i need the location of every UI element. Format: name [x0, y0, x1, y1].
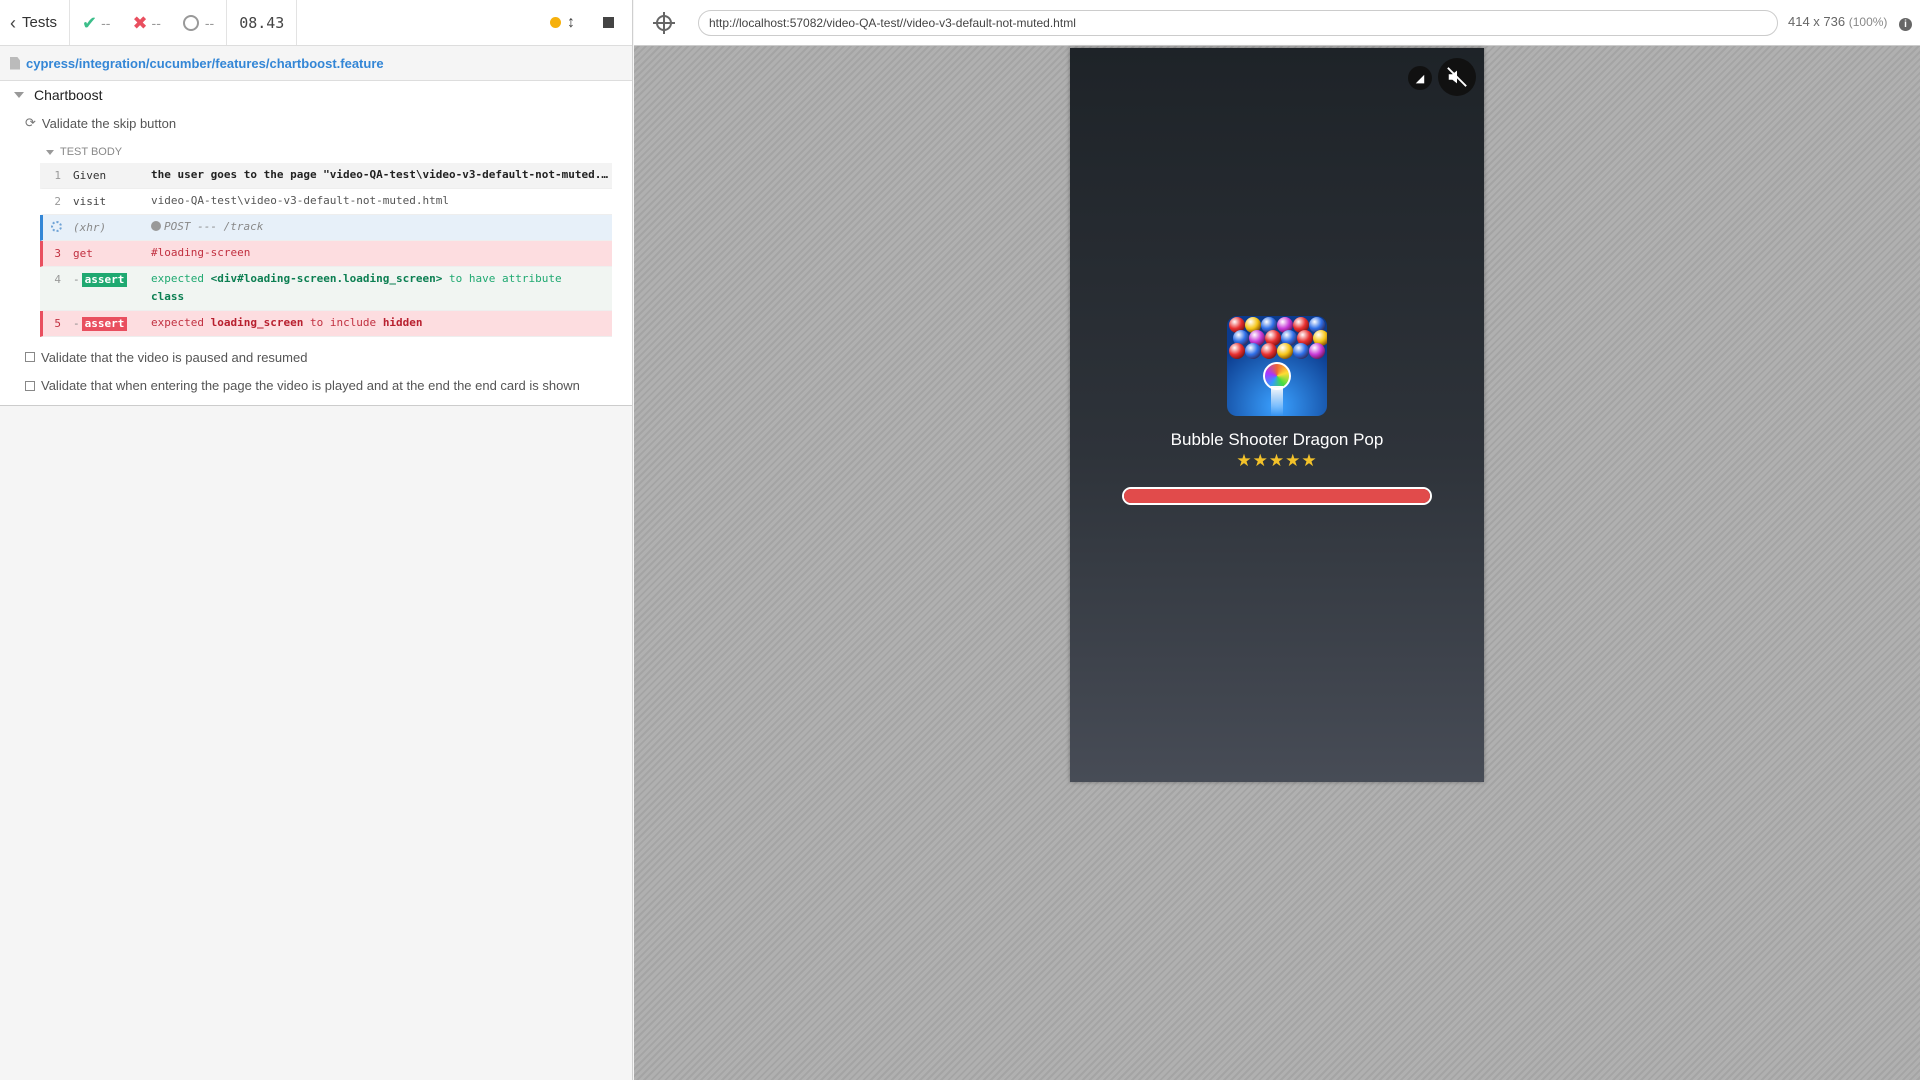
passed-count: -- [101, 14, 111, 31]
duration: 08.43 [227, 0, 298, 45]
pending-stat: o -- [182, 14, 215, 31]
file-icon [10, 56, 20, 70]
passed-stat: ✔ -- [82, 14, 110, 32]
assert-badge: assert [81, 317, 128, 331]
stop-icon[interactable] [603, 17, 614, 28]
bubble-icon [1261, 343, 1277, 359]
command-row[interactable]: 1 Given the user goes to the page "video… [40, 163, 612, 189]
tests-label: Tests [22, 14, 58, 31]
reporter-panel: ‹ Tests ✔ -- ✖ -- o -- 08.43 ↕ cyp [0, 0, 633, 1080]
bubble-icon [1309, 343, 1325, 359]
test-body: TEST BODY 1 Given the user goes to the p… [40, 141, 612, 337]
check-icon: ✔ [82, 12, 98, 33]
test-body-label: TEST BODY [60, 146, 123, 158]
failed-count: -- [151, 14, 161, 31]
x-icon: ✖ [132, 12, 148, 33]
test-item-running[interactable]: ⟳ Validate the skip button [0, 109, 632, 137]
viewport-info: 414 x 736 (100%) i [1788, 14, 1913, 31]
url-input[interactable]: http://localhost:57082/video-QA-test//vi… [698, 9, 1778, 36]
runnables: Chartboost ⟳ Validate the skip button TE… [0, 81, 632, 406]
suite-title[interactable]: Chartboost [0, 81, 632, 109]
viewport-size: 414 x 736 [1788, 14, 1846, 29]
command-row[interactable]: 2 visit video-QA-test\video-v3-default-n… [40, 189, 612, 215]
checkbox-icon [25, 381, 35, 391]
chevron-left-icon: ‹ [10, 12, 16, 33]
caret-down-icon [14, 92, 24, 98]
tests-back-button[interactable]: ‹ Tests [0, 0, 71, 45]
pending-count: -- [204, 14, 215, 31]
bubble-icon [1293, 343, 1309, 359]
test-title: Validate that the video is paused and re… [41, 349, 308, 365]
runner-controls: ↕ [550, 0, 632, 45]
command-row-xhr[interactable]: (xhr) POST --- /track [40, 215, 612, 241]
expand-icon[interactable]: ◢ [1408, 66, 1432, 90]
test-body-header[interactable]: TEST BODY [40, 141, 612, 163]
bubble-icon [1229, 343, 1245, 359]
test-item-pending[interactable]: Validate that when entering the page the… [0, 371, 632, 399]
caret-down-icon [46, 149, 54, 155]
info-icon[interactable]: i [1899, 18, 1913, 31]
reporter-header: ‹ Tests ✔ -- ✖ -- o -- 08.43 ↕ [0, 0, 632, 46]
app-under-test: http://localhost:57082/video-QA-test//vi… [634, 0, 1920, 1080]
checkbox-icon [25, 352, 35, 362]
failed-stat: ✖ -- [132, 14, 160, 32]
command-row-assert[interactable]: 4 - assert expected <div#loading-screen.l… [40, 267, 612, 311]
running-indicator-icon [550, 17, 561, 28]
aut-header: http://localhost:57082/video-QA-test//vi… [634, 0, 1920, 46]
pending-dot-icon [151, 221, 161, 231]
selector-playground-icon[interactable] [653, 11, 675, 34]
bubble-icon [1245, 343, 1261, 359]
spec-file-header: cypress/integration/cucumber/features/ch… [0, 46, 632, 81]
loading-progress-bar [1122, 487, 1432, 505]
spec-file-link[interactable]: cypress/integration/cucumber/features/ch… [26, 56, 384, 71]
test-title: Validate that when entering the page the… [41, 378, 580, 393]
rating-stars: ★★★★★ [1236, 451, 1318, 470]
auto-scroll-icon[interactable]: ↕ [567, 14, 575, 32]
bubble-icon [1277, 343, 1293, 359]
stats: ✔ -- ✖ -- o -- [70, 0, 228, 45]
circle-icon: o [182, 14, 199, 31]
app-title: Bubble Shooter Dragon Pop [1170, 430, 1384, 449]
test-item-pending[interactable]: Validate that the video is paused and re… [0, 343, 632, 371]
spinner-icon [51, 221, 62, 232]
refresh-icon: ⟳ [25, 115, 36, 130]
test-title: Validate the skip button [41, 115, 177, 131]
aut-iframe: ◢ Bubble Shooter Dragon Pop ★★★★★ [1070, 48, 1484, 782]
command-row-failed[interactable]: 3 get #loading-screen [40, 241, 612, 267]
assert-badge: assert [81, 273, 128, 287]
app-icon[interactable] [1227, 316, 1327, 416]
suite-name: Chartboost [34, 87, 103, 103]
mute-button[interactable] [1438, 58, 1476, 96]
zoom-level: (100%) [1848, 15, 1888, 29]
speaker-muted-icon [1447, 67, 1467, 87]
command-row-assert-failed[interactable]: 5 - assert expected loading_screen to inc… [40, 311, 612, 337]
